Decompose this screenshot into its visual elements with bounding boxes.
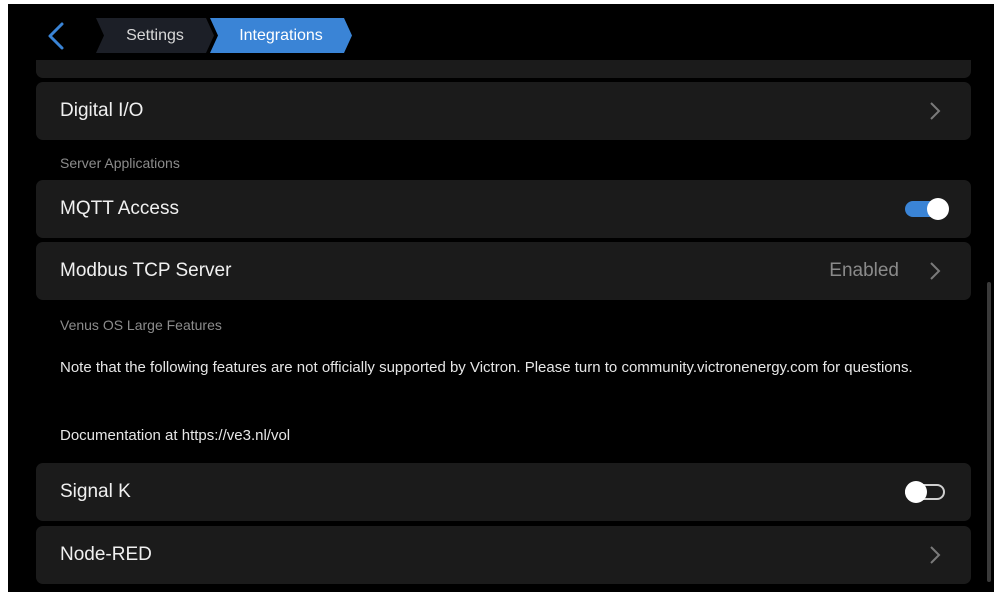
screen: Settings Integrations Digital I/O Server… xyxy=(8,4,994,592)
chevron-left-icon xyxy=(48,22,64,50)
modbus-tcp-server-label: Modbus TCP Server xyxy=(60,260,232,281)
mqtt-access-toggle[interactable] xyxy=(905,197,949,221)
partial-row[interactable] xyxy=(36,60,971,78)
chevron-right-icon xyxy=(929,261,941,281)
toggle-knob xyxy=(927,198,949,220)
signal-k-toggle[interactable] xyxy=(905,480,949,504)
chevron-right-icon xyxy=(929,545,941,565)
node-red-label: Node-RED xyxy=(60,544,152,565)
mqtt-access-label: MQTT Access xyxy=(60,198,179,219)
breadcrumb-integrations-label: Integrations xyxy=(239,26,323,44)
signal-k-row[interactable]: Signal K xyxy=(36,463,971,521)
signal-k-label: Signal K xyxy=(60,481,131,502)
chevron-right-icon xyxy=(929,101,941,121)
support-note: Note that the following features are not… xyxy=(60,359,913,376)
digital-io-label: Digital I/O xyxy=(60,100,144,121)
modbus-tcp-server-status: Enabled xyxy=(829,260,899,281)
back-button[interactable] xyxy=(44,21,68,51)
node-red-row[interactable]: Node-RED xyxy=(36,526,971,584)
section-header-server-applications: Server Applications xyxy=(60,155,180,171)
breadcrumb-settings[interactable]: Settings xyxy=(96,18,214,53)
breadcrumb-settings-label: Settings xyxy=(126,26,184,44)
digital-io-row[interactable]: Digital I/O xyxy=(36,82,971,140)
section-header-venus-large: Venus OS Large Features xyxy=(60,317,222,333)
mqtt-access-row[interactable]: MQTT Access xyxy=(36,180,971,238)
toggle-knob xyxy=(905,481,927,503)
modbus-tcp-server-row[interactable]: Modbus TCP Server Enabled xyxy=(36,242,971,300)
documentation-note: Documentation at https://ve3.nl/vol xyxy=(60,427,291,444)
breadcrumb-integrations[interactable]: Integrations xyxy=(210,18,352,53)
scrollbar[interactable] xyxy=(987,282,991,582)
